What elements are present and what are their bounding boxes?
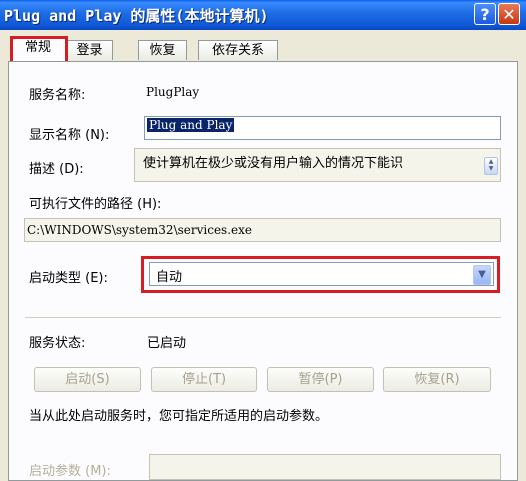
display-name-label: 显示名称 (N):	[29, 128, 110, 143]
hint-text: 当从此处启动服务时，您可指定所适用的启动参数。	[29, 409, 329, 424]
tab-dependencies[interactable]: 依存关系	[198, 40, 278, 60]
start-button[interactable]: 启动(S)	[34, 367, 141, 392]
tab-recovery[interactable]: 恢复	[138, 40, 187, 60]
description-field[interactable]: 使计算机在极少或没有用户输入的情况下能识 ▲ ▼	[134, 148, 501, 182]
startup-type-label: 启动类型 (E):	[29, 271, 108, 286]
description-value: 使计算机在极少或没有用户输入的情况下能识	[143, 156, 404, 171]
description-scrollbar[interactable]: ▲ ▼	[484, 157, 498, 175]
close-button[interactable]: ✕	[498, 3, 520, 25]
window-title: Plug and Play 的属性(本地计算机)	[4, 7, 269, 25]
resume-button[interactable]: 恢复(R)	[383, 367, 491, 392]
title-bar[interactable]: Plug and Play 的属性(本地计算机) ? ✕	[0, 0, 526, 30]
general-panel: 服务名称: PlugPlay 显示名称 (N): Plug and Play 描…	[8, 61, 518, 481]
pause-button[interactable]: 暂停(P)	[267, 367, 374, 392]
tab-highlight-box	[10, 36, 68, 64]
help-button[interactable]: ?	[474, 3, 496, 25]
start-params-label: 启动参数 (M):	[29, 464, 111, 479]
startup-highlight-box	[141, 256, 500, 293]
exe-path-value: C:\WINDOWS\system32\services.exe	[27, 223, 252, 237]
service-status-label: 服务状态:	[29, 336, 86, 351]
stop-button[interactable]: 停止(T)	[151, 367, 257, 392]
start-params-field[interactable]	[149, 454, 501, 480]
service-name-value: PlugPlay	[146, 85, 200, 99]
divider	[25, 317, 501, 318]
display-name-value: Plug and Play	[147, 118, 235, 132]
tab-strip: 常规 登录 恢复 依存关系	[8, 36, 518, 64]
tab-logon[interactable]: 登录	[66, 40, 113, 60]
display-name-field[interactable]: Plug and Play	[144, 116, 501, 140]
service-name-label: 服务名称:	[29, 88, 86, 103]
exe-path-label: 可执行文件的路径 (H):	[29, 197, 162, 212]
service-status-value: 已启动	[147, 336, 187, 351]
description-label: 描述 (D):	[29, 162, 84, 177]
exe-path-field[interactable]: C:\WINDOWS\system32\services.exe	[24, 218, 501, 242]
